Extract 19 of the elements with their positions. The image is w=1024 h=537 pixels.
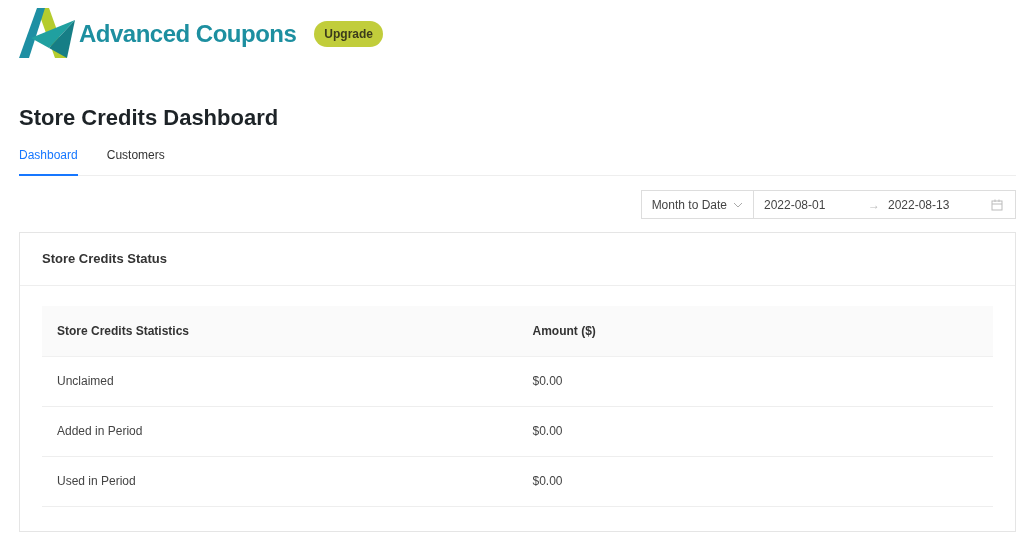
upgrade-badge[interactable]: Upgrade xyxy=(314,21,384,47)
card-title: Store Credits Status xyxy=(20,233,1015,286)
page-title: Store Credits Dashboard xyxy=(19,104,280,132)
brand-name: Advanced Coupons xyxy=(79,19,297,49)
table-cell: Added in Period xyxy=(57,424,143,438)
date-range-field[interactable]: 2022-08-01 → 2022-08-13 xyxy=(754,190,1016,219)
table-cell: Unclaimed xyxy=(57,374,114,388)
tab[interactable]: Dashboard xyxy=(19,146,78,176)
table-cell: Used in Period xyxy=(57,474,136,488)
column-header: Amount ($) xyxy=(532,323,596,338)
tab[interactable]: Customers xyxy=(106,146,165,176)
table-cell: $0.00 xyxy=(532,424,563,438)
period-select[interactable]: Month to Date xyxy=(640,190,754,219)
column-header: Store Credits Statistics xyxy=(57,323,190,338)
table-cell: $0.00 xyxy=(532,374,563,388)
logo-icon xyxy=(19,8,77,60)
table-cell: $0.00 xyxy=(532,474,563,488)
calendar-icon xyxy=(991,198,1003,211)
chevron-down-icon xyxy=(733,201,743,208)
